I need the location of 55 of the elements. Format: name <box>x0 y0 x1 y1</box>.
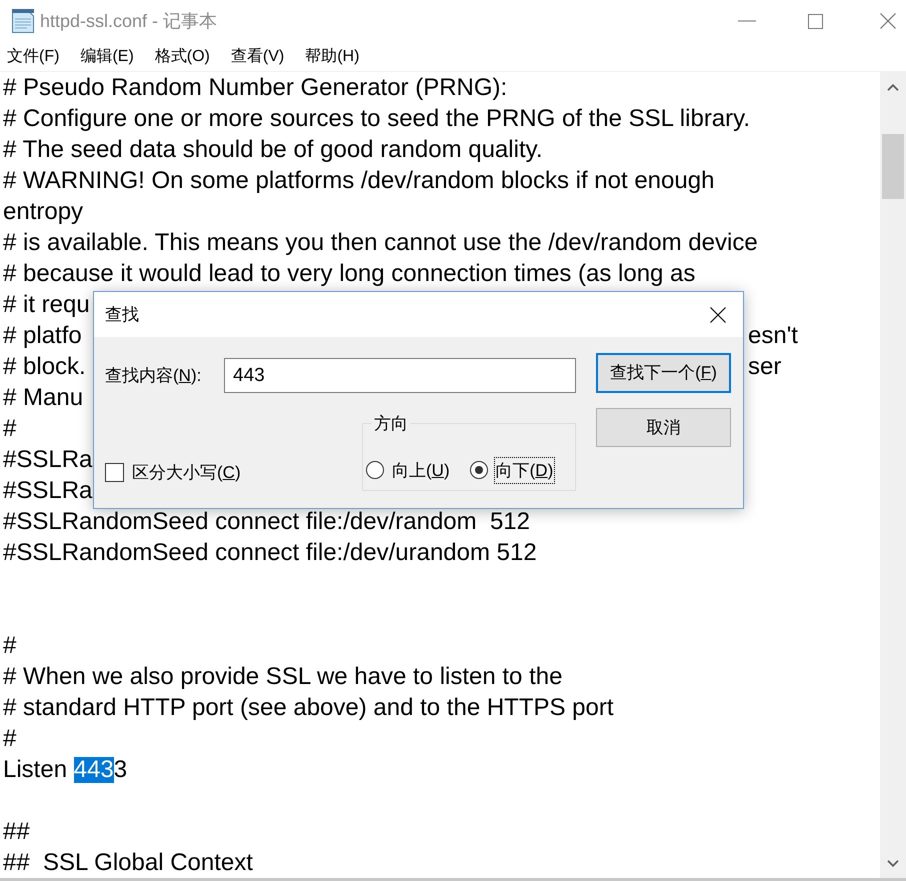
notepad-icon <box>12 9 34 33</box>
vertical-scrollbar[interactable] <box>880 72 906 878</box>
text-line: # it requ <box>3 292 90 318</box>
menu-item[interactable]: 查看(V) <box>230 44 284 68</box>
text-line: # because it would lead to very long connection times (as long as <box>3 260 696 286</box>
window-title: httpd-ssl.conf - 记事本 <box>40 10 218 33</box>
text-line: 3 <box>114 756 128 782</box>
search-field[interactable]: 443 <box>224 358 576 393</box>
radio-label[interactable]: 向上(U) <box>390 456 452 484</box>
menu-item[interactable]: 编辑(E) <box>80 44 134 68</box>
minimize-icon <box>738 20 756 22</box>
text-line: # <box>3 416 16 442</box>
text-line: #SSLRandomSeed connect file:/dev/random 512 <box>3 508 530 534</box>
text-line: #SSLRandomSeed connect file:/dev/urandom 512 <box>3 540 537 566</box>
close-icon <box>880 13 896 29</box>
text-line: ## <box>3 818 30 844</box>
maximize-icon <box>808 14 822 28</box>
text-line: # <box>3 726 16 752</box>
text-line: entropy <box>3 198 84 224</box>
text-line: # is available. This means you then cannot use the /dev/random device <box>3 230 758 256</box>
menu-item[interactable]: 文件(F) <box>7 44 60 68</box>
close-icon <box>710 306 726 322</box>
text-line: # Pseudo Random Number Generator (PRNG): <box>3 74 508 100</box>
text-line: # Configure one or more sources to seed the PRNG of the SSL library. <box>3 106 750 132</box>
text-line: ser <box>748 354 782 380</box>
text-line: # The seed data should be of good random quality. <box>3 136 542 162</box>
text-line: # <box>3 632 16 658</box>
dialog-title: 查找 <box>105 304 139 326</box>
group-label: 方向 <box>373 413 409 435</box>
text-line: esn't <box>748 322 798 348</box>
radio-button[interactable] <box>366 461 384 480</box>
text-line: # Manu <box>3 384 84 410</box>
menu-item[interactable]: 格式(O) <box>154 44 210 68</box>
chevron-down-icon <box>887 860 899 866</box>
text-line: ## SSL Global Context <box>3 850 253 876</box>
text-line: # WARNING! On some platforms /dev/random blocks if not enough <box>3 168 714 194</box>
text-line: # platfo <box>3 322 82 348</box>
radio-label[interactable]: 向下(D) <box>494 456 556 484</box>
text-line: #SSLRa <box>3 478 92 504</box>
scrollbar-thumb[interactable] <box>882 134 904 199</box>
text-line: # When we also provide SSL we have to listen to the <box>3 664 562 690</box>
text-line: # block. <box>3 354 86 380</box>
selected-text: 443 <box>74 756 114 782</box>
find-label: 查找内容(N): <box>105 366 202 384</box>
checkbox-label[interactable]: 区分大小写(C) <box>132 460 241 485</box>
dialog-close-button[interactable] <box>709 306 727 324</box>
text-line: #SSLRa <box>3 446 92 472</box>
find-next-button[interactable]: 查找下一个(F) <box>596 353 731 393</box>
checkbox[interactable] <box>105 462 124 482</box>
radio-button[interactable] <box>470 461 488 480</box>
cancel-button[interactable]: 取消 <box>596 408 731 447</box>
chevron-up-icon <box>887 84 899 90</box>
menu-item[interactable]: 帮助(H) <box>305 44 360 68</box>
text-line: Listen <box>3 756 68 782</box>
text-line: # standard HTTP port (see above) and to the HTTPS port <box>3 694 614 720</box>
